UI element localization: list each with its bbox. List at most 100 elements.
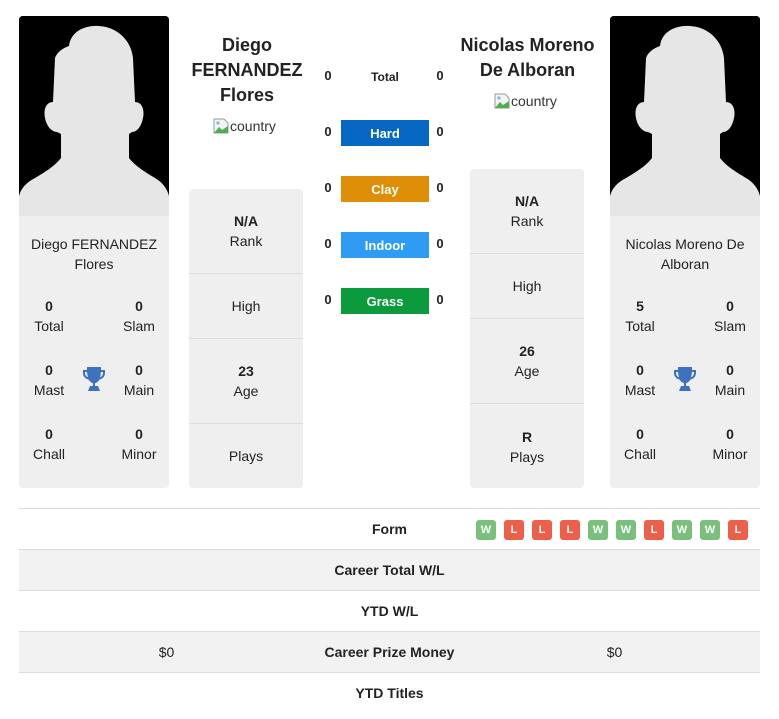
info-label: Rank [510,213,544,229]
p2-value [527,673,702,713]
info-label: Age [514,363,540,379]
p2-h2h-value: 0 [436,68,444,83]
info-label: High [512,278,542,294]
form-badge-loss[interactable]: L [728,520,748,540]
info-label: Rank [229,233,263,249]
player-silhouette-icon [19,16,169,216]
player1-high: High [189,274,303,339]
name-line: FERNANDEZ [191,60,303,80]
stat-label: Chall [624,446,656,462]
player2-mast-titles: 0 Mast [610,360,670,400]
form-badge-loss[interactable]: L [560,520,580,540]
form-badge-loss[interactable]: L [644,520,664,540]
stat-value: 0 [135,298,143,314]
stat-value: 0 [726,362,734,378]
info-label: Plays [509,448,545,465]
comparison-table: Form WLLLWWLWWL Career Total W/L YTD W/L… [19,508,760,714]
player2-photo [610,16,760,216]
player2-chall-titles: 0 Chall [610,424,670,464]
flag-alt-text: country [511,93,557,109]
p2-value [527,550,702,590]
surface-badge-hard[interactable]: Hard [341,120,429,146]
surface-label-total: Total [371,70,399,84]
player2-slam-titles: 0 Slam [700,296,760,336]
trophy-icon [673,366,697,392]
form-badge-win[interactable]: W [588,520,608,540]
stat-value: 0 [636,426,644,442]
table-row: YTD W/L [19,591,760,632]
stat-label: Mast [624,382,656,398]
player2-card: Nicolas Moreno De Alboran 5 Total 0 Slam… [610,16,760,488]
table-row: Career Total W/L [19,550,760,591]
name-line: Nicolas Moreno [460,35,595,55]
player2-minor-titles: 0 Minor [700,424,760,464]
player1-rank: N/A Rank [189,189,303,274]
h2h-row-hard: 0 Hard 0 [316,120,450,146]
stat-label: Mast [33,382,65,398]
player2-info-column: N/A Rank High 26 Age R Plays [470,169,584,488]
player1-plays: Plays [189,424,303,488]
player2-country-flag: country [494,93,557,109]
player1-name-heading[interactable]: Diego FERNANDEZ Flores [186,33,308,108]
stat-value: 5 [636,298,644,314]
info-label: Plays [228,448,264,464]
stat-value: 0 [135,362,143,378]
player2-total-titles: 5 Total [610,296,670,336]
player2-high: High [470,254,584,319]
player1-mast-titles: 0 Mast [19,360,79,400]
form-badge-loss[interactable]: L [532,520,552,540]
info-value: N/A [233,213,259,229]
form-row: Form WLLLWWLWWL [19,509,760,550]
table-row: YTD Titles [19,673,760,714]
name-line: De Alboran [479,60,576,80]
info-value: N/A [514,193,540,209]
flag-alt-text: country [230,118,276,134]
stat-label: Chall [33,446,65,462]
info-value: 26 [519,343,535,359]
p1-h2h-value: 0 [324,236,332,251]
form-badge-win[interactable]: W [616,520,636,540]
stat-label: Total [625,318,655,334]
stat-value: 0 [726,426,734,442]
player1-main-titles: 0 Main [109,360,169,400]
h2h-row-total: 0 Total 0 [316,64,450,90]
player2-card-name: Nicolas Moreno De Alboran [625,236,745,272]
player1-total-titles: 0 Total [19,296,79,336]
p1-h2h-value: 0 [324,180,332,195]
player1-minor-titles: 0 Minor [109,424,169,464]
stat-label: Slam [123,318,155,334]
surface-badge-grass[interactable]: Grass [341,288,429,314]
broken-image-icon [213,118,229,134]
name-line: Diego [221,35,272,55]
player2-plays: R Plays [470,404,584,488]
form-badge-win[interactable]: W [700,520,720,540]
stat-value: 0 [135,426,143,442]
form-badges: WLLLWWLWWL [476,520,748,540]
player1-card: Diego FERNANDEZ Flores 0 Total 0 Slam 0 … [19,16,169,488]
stat-label: Main [714,382,746,398]
h2h-row-grass: 0 Grass 0 [316,288,450,314]
stat-label: Slam [714,318,746,334]
stat-value: 0 [45,362,53,378]
player2-rank: N/A Rank [470,169,584,254]
p2-value: $0 [606,644,623,660]
p1-h2h-value: 0 [324,292,332,307]
surface-badge-indoor[interactable]: Indoor [341,232,429,258]
form-badge-loss[interactable]: L [504,520,524,540]
trophy-icon [82,366,106,392]
broken-image-icon [494,93,510,109]
player1-slam-titles: 0 Slam [109,296,169,336]
stat-label: Total [34,318,64,334]
form-badge-win[interactable]: W [672,520,692,540]
surface-badge-clay[interactable]: Clay [341,176,429,202]
form-badge-win[interactable]: W [476,520,496,540]
player1-age: 23 Age [189,339,303,424]
player-silhouette-icon [610,16,760,216]
player2-name-heading[interactable]: Nicolas Moreno De Alboran [455,33,600,83]
player1-photo [19,16,169,216]
info-value: 23 [238,363,254,379]
p1-h2h-value: 0 [324,68,332,83]
player2-age: 26 Age [470,319,584,404]
stat-value: 0 [726,298,734,314]
p2-h2h-value: 0 [436,292,444,307]
